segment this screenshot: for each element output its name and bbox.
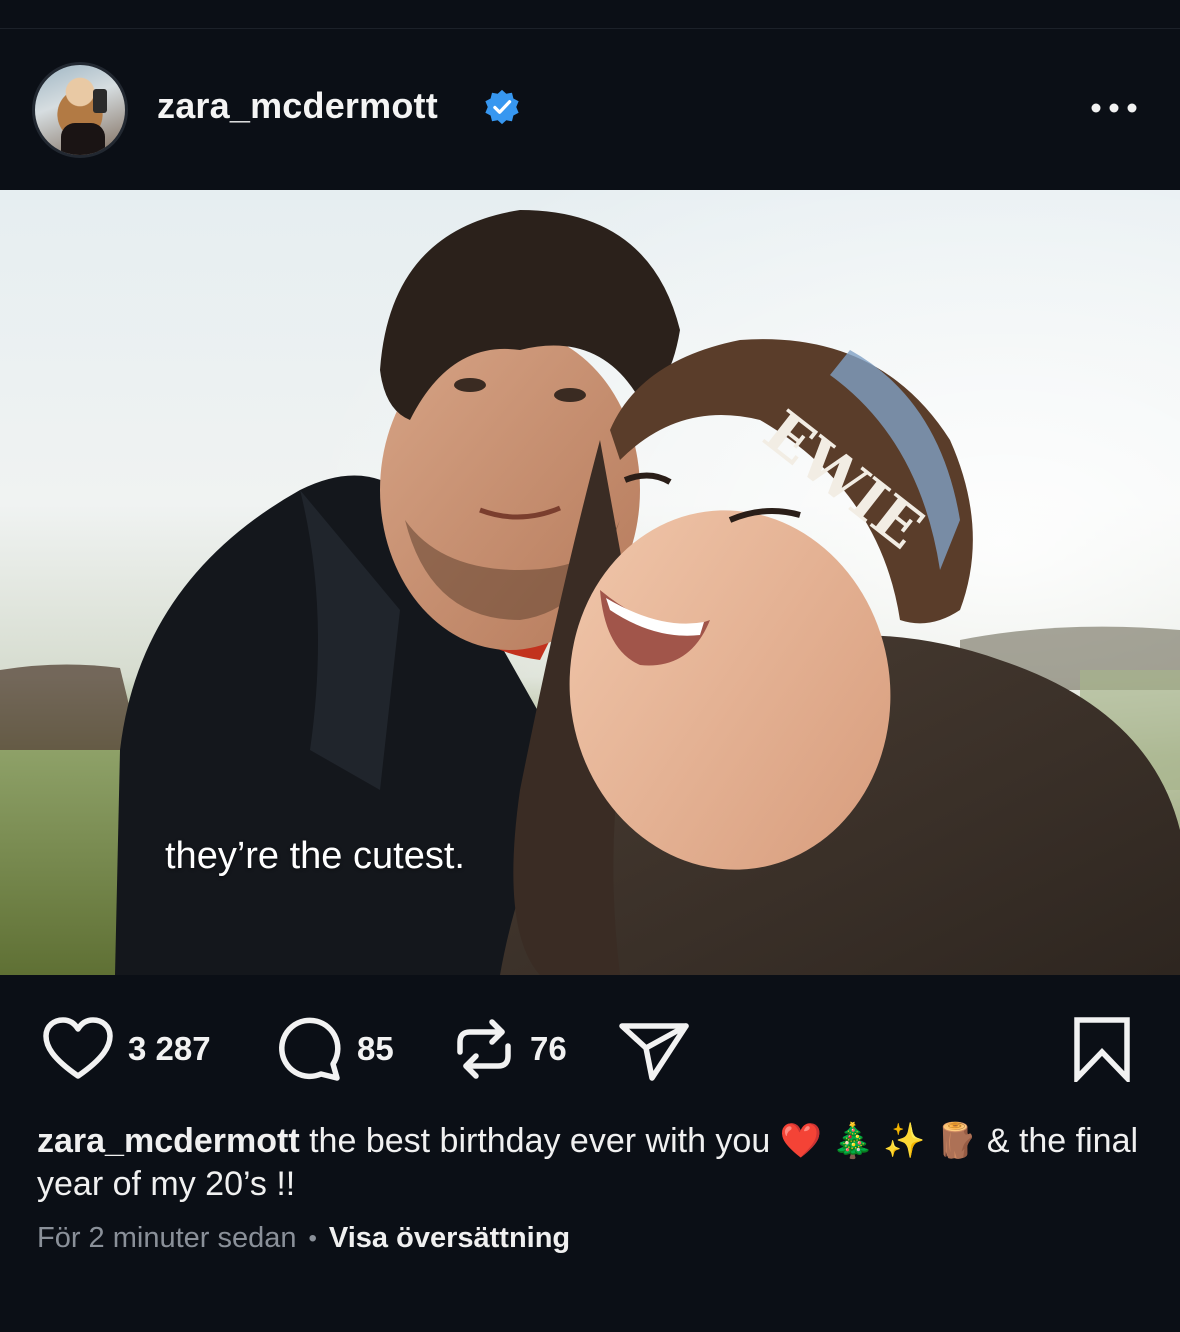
avatar-body-shape — [61, 123, 105, 155]
like-count[interactable]: 3 287 — [128, 1030, 211, 1068]
repost-action: 76 — [452, 1016, 567, 1082]
man-eye-left — [454, 378, 486, 392]
comment-action: 85 — [275, 1016, 394, 1082]
comment-count[interactable]: 85 — [357, 1030, 394, 1068]
photo-overlay-text: they’re the cutest. — [165, 835, 465, 877]
repost-icon[interactable] — [452, 1016, 516, 1082]
save-action — [1072, 1016, 1132, 1082]
action-bar: 3 287 85 76 — [0, 1010, 1180, 1090]
heart-icon[interactable] — [42, 1016, 114, 1082]
man-eye-right — [554, 388, 586, 402]
avatar[interactable] — [32, 62, 128, 158]
treeline-left — [0, 664, 140, 760]
avatar-phone-shape — [93, 89, 107, 113]
caption-username[interactable]: zara_mcdermott — [37, 1122, 300, 1160]
share-action — [618, 1016, 690, 1082]
post-username[interactable]: zara_mcdermott — [157, 85, 438, 127]
comment-icon[interactable] — [275, 1016, 343, 1082]
verified-badge-icon — [485, 89, 519, 125]
post-image[interactable]: EWIE they’re the cutest. — [0, 190, 1180, 975]
bookmark-icon[interactable] — [1072, 1016, 1132, 1082]
translate-link[interactable]: Visa översättning — [329, 1222, 570, 1255]
post-header: zara_mcdermott — [0, 29, 1180, 189]
like-action: 3 287 — [42, 1016, 211, 1082]
share-icon[interactable] — [618, 1016, 690, 1082]
meta-separator: • — [308, 1224, 317, 1252]
post-meta: För 2 minuter sedan • Visa översättning — [37, 1222, 570, 1255]
more-options-icon[interactable] — [1090, 95, 1138, 121]
post-timestamp: För 2 minuter sedan — [37, 1222, 297, 1254]
post-caption: zara_mcdermott the best birthday ever wi… — [37, 1120, 1147, 1206]
repost-count[interactable]: 76 — [530, 1030, 567, 1068]
